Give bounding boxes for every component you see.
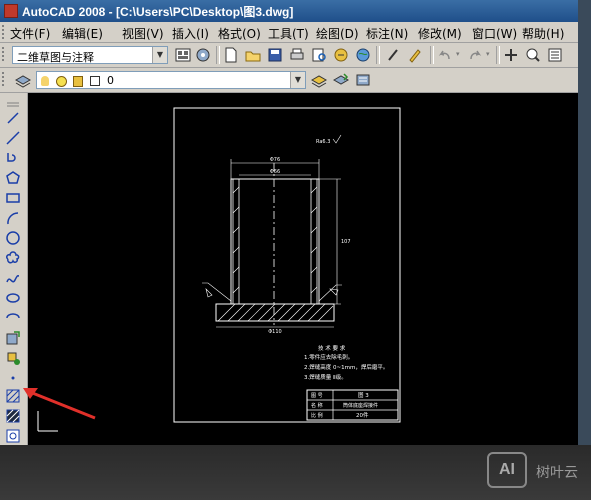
wall-hatch [232,186,318,294]
insert-block-icon[interactable] [4,329,22,347]
polyline-icon[interactable] [4,149,22,167]
weld-leader-left [202,282,232,302]
separator [376,46,380,64]
menu-draw[interactable]: 绘图(D) [316,25,359,42]
title-block-label-2: 名 称 [311,402,323,409]
watermark-logo: AI [487,452,527,488]
standard-toolbar: 二维草图与注释 ▼ ▾ ▾ [0,43,578,68]
open-file-icon[interactable] [244,46,262,64]
menu-edit[interactable]: 编辑(E) [62,25,103,42]
lock-icon[interactable] [73,75,83,87]
menu-format[interactable]: 格式(O) [218,25,261,42]
line-icon[interactable] [4,109,22,127]
dim-top-outer-text: Φ76 [270,157,280,163]
rectangle-icon[interactable] [4,189,22,207]
title-block-label-3: 比 例 [311,412,323,419]
layers-toolbar: 0 ▼ [0,68,578,93]
menu-modify[interactable]: 修改(M) [418,25,462,42]
new-file-icon[interactable] [222,46,240,64]
surface-roughness-icon [332,134,342,144]
menu-tools[interactable]: 工具(T) [268,25,309,42]
ellipse-icon[interactable] [4,289,22,307]
light-bulb-icon[interactable] [41,76,49,86]
layer-previous-icon[interactable] [332,71,350,89]
vessel-outline [230,178,320,305]
redo-dropdown-icon[interactable]: ▾ [486,50,490,58]
note-3: 3.焊缝质量 Ⅱ级。 [304,373,347,381]
chevron-down-icon[interactable]: ▼ [290,72,305,88]
cut-icon[interactable] [384,46,402,64]
spline-icon[interactable] [4,269,22,287]
menu-view[interactable]: 视图(V) [122,25,164,42]
workspace-settings-icon[interactable] [174,46,192,64]
note-1: 1.零件应去除毛刺。 [304,353,353,361]
toolbar-grip[interactable] [2,72,10,86]
redo-icon[interactable] [466,46,484,64]
color-swatch-icon[interactable] [89,76,100,86]
menu-insert[interactable]: 插入(I) [172,25,209,42]
dim-base-text: Φ110 [268,329,281,335]
title-block-label-1: 图 号 [311,393,323,399]
make-block-icon[interactable] [4,349,22,367]
note-2: 2.焊缝高度 0~1mm，焊后磨平。 [304,363,388,371]
revision-cloud-icon[interactable] [4,249,22,267]
menu-file[interactable]: 文件(F) [10,25,50,42]
menu-dimension[interactable]: 标注(N) [366,25,408,42]
dim-height-text: 107 [341,239,351,245]
layer-manager-icon[interactable] [14,71,32,89]
weld-leader-right [318,284,342,302]
title-bar[interactable]: AutoCAD 2008 - [C:\Users\PC\Desktop\图3.d… [0,0,578,22]
chevron-down-icon[interactable]: ▼ [152,47,167,63]
dim-top-inner-text: Φ66 [270,169,280,175]
construction-line-icon[interactable] [4,129,22,147]
match-properties-icon[interactable] [406,46,424,64]
undo-dropdown-icon[interactable]: ▾ [456,50,460,58]
ellipse-arc-icon[interactable] [4,309,22,327]
separator [216,46,220,64]
background-window-edge [578,0,591,445]
arc-icon[interactable] [4,209,22,227]
surface-mark-text: Ra6.3 [316,139,330,145]
undo-icon[interactable] [436,46,454,64]
notes-title: 技 术 要 求 [318,344,346,352]
layer-states-icon[interactable] [354,71,372,89]
base-hatch [217,303,334,322]
autocad-app-icon[interactable] [4,4,18,18]
watermark-text: 树叶云 [536,465,578,481]
publish-icon[interactable] [332,46,350,64]
zoom-icon[interactable] [524,46,542,64]
title-block-value-3: 20件 [356,411,369,419]
title-block-value-1: 图 3 [358,391,369,399]
make-current-layer-icon[interactable] [310,71,328,89]
properties-icon[interactable] [546,46,564,64]
toolbar-grip[interactable] [2,47,10,61]
menu-window[interactable]: 窗口(W) [472,25,517,42]
layer-value: 0 [107,74,114,87]
save-icon[interactable] [266,46,284,64]
globe-icon[interactable] [354,46,372,64]
vessel-wall-right [310,178,318,305]
menu-grip[interactable] [2,25,10,39]
plot-preview-icon[interactable] [310,46,328,64]
layer-select[interactable]: 0 ▼ [36,71,306,89]
menu-bar: 文件(F) 编辑(E) 视图(V) 插入(I) 格式(O) 工具(T) 绘图(D… [0,22,578,43]
menu-help[interactable]: 帮助(H) [522,25,564,42]
window-title: AutoCAD 2008 - [C:\Users\PC\Desktop\图3.d… [22,5,294,19]
workspace-select[interactable]: 二维草图与注释 ▼ [12,46,168,64]
polygon-icon[interactable] [4,169,22,187]
plot-icon[interactable] [288,46,306,64]
vessel-wall-left [232,178,240,305]
workspace-value: 二维草图与注释 [17,51,94,64]
circle-icon[interactable] [4,229,22,247]
annotation-arrow-icon [23,388,96,420]
title-block-value-2: 筒体底座焊接件 [343,402,378,409]
paper-border [173,107,401,423]
sun-icon[interactable] [55,75,67,87]
separator [430,46,434,64]
autocad-window: AutoCAD 2008 - [C:\Users\PC\Desktop\图3.d… [0,0,578,445]
workspace-gear-icon[interactable] [194,46,212,64]
separator [496,46,500,64]
pan-icon[interactable] [502,46,520,64]
